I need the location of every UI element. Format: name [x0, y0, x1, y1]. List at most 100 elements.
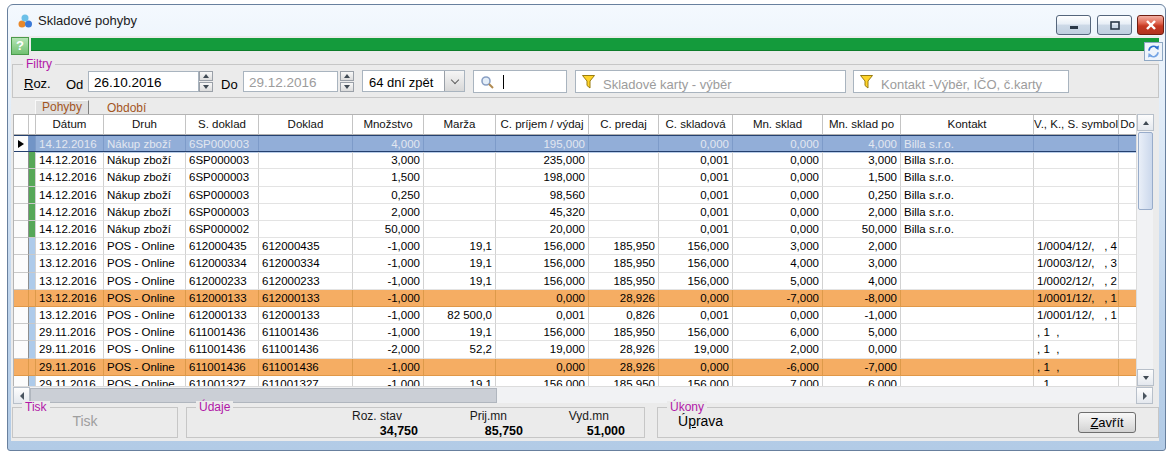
date-to-input[interactable]: 29.12.2016 — [243, 71, 338, 92]
row-type-stripe — [29, 324, 36, 341]
funnel-icon — [859, 74, 874, 93]
column-header-do[interactable]: Do — [1119, 115, 1136, 135]
row-selector[interactable] — [14, 255, 29, 272]
edit-action[interactable]: Úprava — [678, 413, 723, 429]
date-from-spinner[interactable] — [199, 71, 213, 92]
table-row[interactable]: 29.11.2016POS - Online611001436611001436… — [14, 341, 1136, 358]
column-header-mn-sklad[interactable]: Mn. sklad — [733, 115, 823, 135]
cell-s-doklad: 6SP000003 — [186, 204, 259, 221]
column-header-druh[interactable]: Druh — [104, 115, 186, 135]
column-header-vks-symbol[interactable]: V., K., S. symbol — [1034, 115, 1119, 135]
row-selector[interactable] — [14, 290, 29, 307]
column-header-kontakt[interactable]: Kontakt — [901, 115, 1034, 135]
app-icon — [17, 13, 33, 33]
window-title: Skladové pohyby — [38, 13, 137, 28]
print-button[interactable]: Tisk — [40, 413, 130, 429]
range-dropdown-button[interactable] — [444, 71, 464, 91]
column-header-datum[interactable]: Dátum — [36, 115, 104, 135]
cell-do — [1119, 187, 1136, 204]
table-row[interactable]: 29.11.2016POS - Online611001327611001327… — [14, 376, 1136, 386]
column-header-stripe[interactable] — [29, 115, 36, 135]
cell-c-predaj: 28,926 — [589, 290, 659, 307]
column-header-mnozstvo[interactable]: Množstvo — [353, 115, 424, 135]
column-header-c-skladova[interactable]: C. skladová — [659, 115, 733, 135]
contact-placeholder: Kontakt -Výběr, IČO, č.karty — [881, 75, 1042, 93]
table-row[interactable]: 13.12.2016POS - Online612000334612000334… — [14, 255, 1136, 272]
roz-label[interactable]: Roz. — [24, 76, 51, 91]
table-row[interactable]: 13.12.2016POS - Online612000435612000435… — [14, 238, 1136, 255]
scroll-up-button[interactable] — [1137, 114, 1154, 131]
row-selector[interactable] — [14, 238, 29, 255]
table-row[interactable]: 14.12.2016Nákup zboží6SP0000031,500198,0… — [14, 169, 1136, 186]
cell-kontakt — [901, 359, 1034, 376]
column-header-c-predaj[interactable]: C. predaj — [589, 115, 659, 135]
cell-mnozstvo: 50,000 — [353, 221, 424, 238]
cell-druh: Nákup zboží — [104, 204, 186, 221]
minimize-button[interactable] — [1056, 15, 1091, 35]
cell-vks-symbol — [1034, 204, 1119, 221]
column-header-c-prijem-vydaj[interactable]: C. príjem / výdaj — [496, 115, 589, 135]
column-header-s-doklad[interactable]: S. doklad — [186, 115, 259, 135]
table-row[interactable]: 14.12.2016Nákup zboží6SP00000250,00020,0… — [14, 221, 1136, 238]
table-row[interactable]: 14.12.2016Nákup zboží6SP0000033,000235,0… — [14, 152, 1136, 169]
column-header-doklad[interactable]: Doklad — [259, 115, 353, 135]
row-selector[interactable] — [14, 204, 29, 221]
row-selector[interactable] — [14, 136, 29, 151]
vertical-scrollbar[interactable] — [1136, 114, 1153, 386]
cell-datum: 13.12.2016 — [36, 273, 104, 290]
vertical-scroll-thumb[interactable] — [1138, 132, 1153, 210]
spin-down-icon[interactable] — [199, 82, 213, 92]
row-type-stripe — [29, 290, 36, 307]
maximize-button[interactable] — [1097, 15, 1132, 35]
spin-up-icon[interactable] — [340, 71, 354, 81]
scroll-right-button[interactable] — [1136, 387, 1153, 404]
row-selector[interactable] — [14, 152, 29, 169]
table-row[interactable]: 14.12.2016Nákup zboží6SP0000034,000195,0… — [14, 135, 1136, 152]
help-button[interactable]: ? — [11, 37, 29, 55]
cell-mn-sklad: 0,000 — [733, 204, 823, 221]
cell-doklad — [259, 187, 353, 204]
contact-filter-input[interactable]: Kontakt -Výběr, IČO, č.karty — [853, 70, 1069, 93]
row-selector[interactable] — [14, 324, 29, 341]
stock-cards-filter-input[interactable]: Skladové karty - výběr — [575, 70, 846, 93]
table-row[interactable]: 14.12.2016Nákup zboží6SP0000030,25098,56… — [14, 187, 1136, 204]
scroll-down-button[interactable] — [1137, 369, 1154, 386]
cell-mn-sklad: 0,000 — [733, 307, 823, 324]
horizontal-scrollbar[interactable] — [13, 386, 1153, 403]
cell-mn-sklad: -6,000 — [733, 359, 823, 376]
spin-up-icon[interactable] — [199, 71, 213, 81]
row-selector[interactable] — [14, 221, 29, 238]
table-row[interactable]: 13.12.2016POS - Online612000233612000233… — [14, 273, 1136, 290]
table-row[interactable]: 29.11.2016POS - Online611001436611001436… — [14, 324, 1136, 341]
table-row[interactable]: 14.12.2016Nákup zboží6SP0000032,00045,32… — [14, 204, 1136, 221]
row-selector[interactable] — [14, 341, 29, 358]
tab-pohyby[interactable]: Pohyby — [35, 100, 89, 115]
table-row[interactable]: 29.11.2016POS - Online611001436611001436… — [14, 359, 1136, 376]
cell-c-prijem-vydaj: 156,000 — [496, 376, 589, 386]
date-from-input[interactable]: 26.10.2016 — [88, 71, 199, 92]
spin-down-icon[interactable] — [340, 82, 354, 92]
row-selector[interactable] — [14, 376, 29, 386]
cell-marza: 19,1 — [424, 255, 496, 272]
row-selector[interactable] — [14, 169, 29, 186]
stat-label: Vyd.mn — [485, 409, 625, 423]
column-header-mn-sklad-po[interactable]: Mn. sklad po — [823, 115, 901, 135]
search-input[interactable] — [473, 70, 567, 93]
date-to-spinner[interactable] — [340, 71, 354, 92]
row-selector[interactable] — [14, 307, 29, 324]
tab-obdobi[interactable]: Období — [107, 101, 146, 115]
refresh-button[interactable] — [1144, 42, 1163, 61]
horizontal-scroll-thumb[interactable] — [30, 388, 497, 403]
close-dialog-button[interactable]: Zavřít — [1078, 412, 1136, 433]
table-row[interactable]: 13.12.2016POS - Online612000133612000133… — [14, 307, 1136, 324]
actions-group-label: Úkony — [667, 401, 707, 413]
row-selector[interactable] — [14, 359, 29, 376]
row-selector[interactable] — [14, 273, 29, 290]
cell-mn-sklad: 0,000 — [733, 169, 823, 186]
row-selector[interactable] — [14, 187, 29, 204]
close-button[interactable] — [1137, 15, 1164, 35]
column-header-marza[interactable]: Marža — [424, 115, 496, 135]
table-row[interactable]: 13.12.2016POS - Online612000133612000133… — [14, 290, 1136, 307]
cell-vks-symbol — [1034, 169, 1119, 186]
column-header-selector[interactable] — [14, 115, 29, 135]
